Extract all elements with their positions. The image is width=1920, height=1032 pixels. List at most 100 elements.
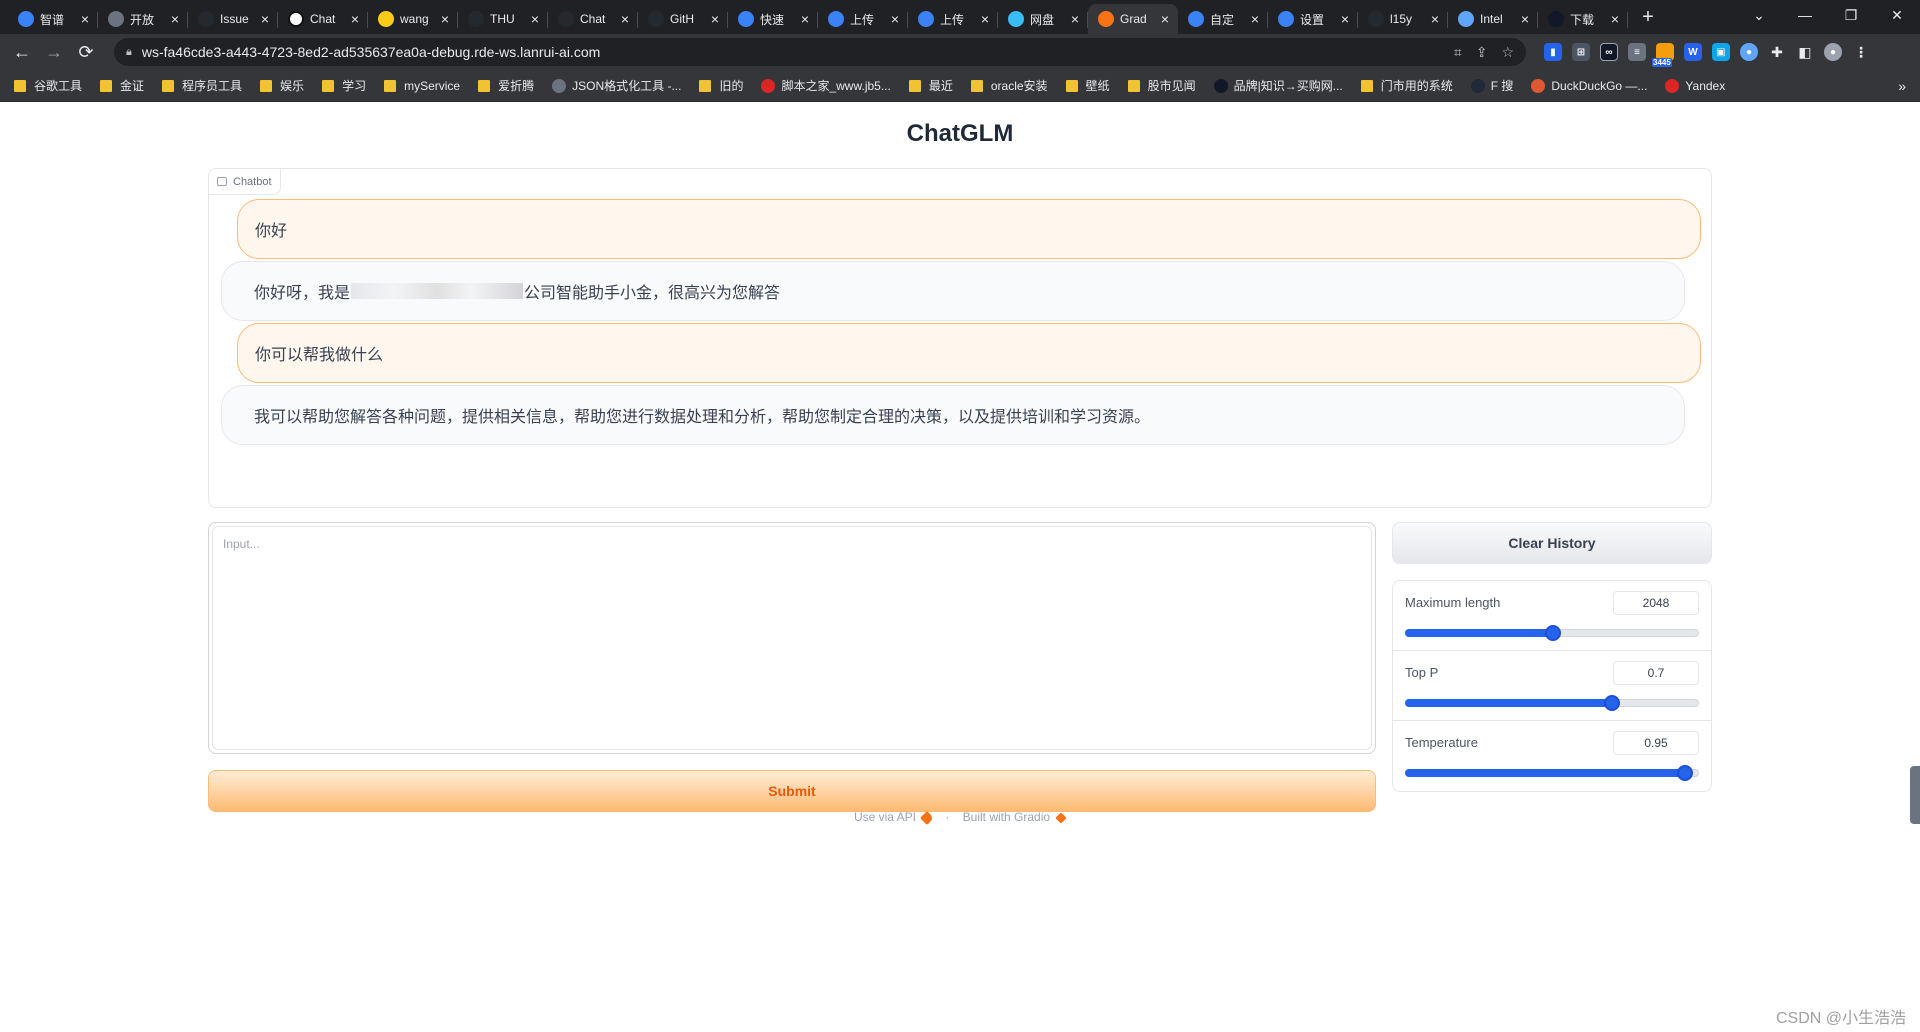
browser-tab[interactable]: 智谱 × bbox=[8, 4, 98, 34]
extension-icon[interactable]: ≡ bbox=[1628, 43, 1646, 61]
bookmark-folder[interactable]: 股市见闻 bbox=[1127, 77, 1196, 94]
minimize-button[interactable]: — bbox=[1782, 0, 1828, 30]
bookmark-folder[interactable]: 学习 bbox=[322, 77, 366, 94]
built-with-gradio-link[interactable]: Built with Gradio bbox=[963, 810, 1050, 824]
close-tab-icon[interactable]: × bbox=[1338, 12, 1352, 26]
bookmark-folder[interactable]: 程序员工具 bbox=[162, 77, 242, 94]
bookmark-link[interactable]: 品牌|知识→买购网... bbox=[1213, 77, 1343, 94]
browser-tab[interactable]: GitH × bbox=[638, 4, 728, 34]
bookmark-folder[interactable]: myService bbox=[384, 79, 460, 93]
close-tab-icon[interactable]: × bbox=[258, 12, 272, 26]
message-input[interactable] bbox=[212, 526, 1372, 750]
folder-icon bbox=[322, 79, 335, 92]
max-length-track[interactable] bbox=[1405, 625, 1699, 641]
close-tab-icon[interactable]: × bbox=[888, 12, 902, 26]
close-tab-icon[interactable]: × bbox=[978, 12, 992, 26]
browser-tab[interactable]: Chat × bbox=[548, 4, 638, 34]
submit-button[interactable]: Submit bbox=[208, 770, 1376, 812]
slider-thumb[interactable] bbox=[1603, 695, 1620, 711]
bookmark-link[interactable]: Yandex bbox=[1665, 78, 1725, 93]
translate-icon[interactable]: ⌗ bbox=[1454, 44, 1462, 61]
bookmark-link[interactable]: DuckDuckGo —... bbox=[1531, 78, 1647, 93]
side-drawer-handle[interactable] bbox=[1910, 766, 1920, 824]
bookmark-folder[interactable]: 娱乐 bbox=[260, 77, 304, 94]
use-via-api-link[interactable]: Use via API bbox=[854, 810, 916, 824]
browser-tab[interactable]: l15y × bbox=[1358, 4, 1448, 34]
temperature-track[interactable] bbox=[1405, 765, 1699, 781]
bookmark-folder[interactable]: 壁纸 bbox=[1065, 77, 1110, 94]
extension-badge-icon[interactable]: 3445 bbox=[1652, 43, 1674, 67]
browser-tab[interactable]: 网盘 × bbox=[998, 4, 1088, 34]
back-button[interactable]: ← bbox=[8, 38, 36, 66]
close-tab-icon[interactable]: × bbox=[708, 12, 722, 26]
bookmark-folder[interactable]: 门市用的系统 bbox=[1360, 77, 1453, 94]
lock-icon[interactable]: 🔒︎ bbox=[126, 46, 132, 59]
bookmark-link[interactable]: F 搜 bbox=[1470, 77, 1513, 94]
close-tab-icon[interactable]: × bbox=[1608, 12, 1622, 26]
close-tab-icon[interactable]: × bbox=[798, 12, 812, 26]
address-bar[interactable]: 🔒︎ ws-fa46cde3-a443-4723-8ed2-ad535637ea… bbox=[114, 38, 1526, 66]
browser-tab[interactable]: 开放 × bbox=[98, 4, 188, 34]
bookmark-folder[interactable]: 旧的 bbox=[699, 77, 743, 94]
close-tab-icon[interactable]: × bbox=[348, 12, 362, 26]
top-p-track[interactable] bbox=[1405, 695, 1699, 711]
bookmark-folder[interactable]: 爱折腾 bbox=[478, 77, 534, 94]
browser-tab[interactable]: 快速 × bbox=[728, 4, 818, 34]
restore-button[interactable]: ❐ bbox=[1828, 0, 1874, 30]
slider-thumb[interactable] bbox=[1545, 625, 1561, 641]
browser-tab[interactable]: Intel × bbox=[1448, 4, 1538, 34]
extension-icon[interactable]: ▮ bbox=[1544, 43, 1562, 61]
extension-icon[interactable]: ⊞ bbox=[1572, 43, 1590, 61]
word-extension-icon[interactable]: W bbox=[1684, 43, 1702, 61]
close-tab-icon[interactable]: × bbox=[1068, 12, 1082, 26]
bookmark-folder[interactable]: 最近 bbox=[908, 77, 953, 94]
browser-tab[interactable]: wang × bbox=[368, 4, 458, 34]
browser-tab[interactable]: 上传 × bbox=[818, 4, 908, 34]
extension-icon[interactable]: ● bbox=[1740, 43, 1758, 61]
close-tab-icon[interactable]: × bbox=[78, 12, 92, 26]
browser-tab[interactable]: Chat × bbox=[278, 4, 368, 34]
forward-button[interactable]: → bbox=[40, 38, 68, 66]
menu-icon[interactable]: ⋮ bbox=[1852, 43, 1870, 61]
close-tab-icon[interactable]: × bbox=[168, 12, 182, 26]
profile-avatar[interactable]: ● bbox=[1824, 43, 1842, 61]
close-tab-icon[interactable]: × bbox=[1518, 12, 1532, 26]
new-tab-button[interactable]: + bbox=[1634, 4, 1662, 32]
side-panel-icon[interactable]: ◧ bbox=[1796, 43, 1814, 61]
max-length-number-input[interactable]: 2048 bbox=[1613, 591, 1699, 615]
close-tab-icon[interactable]: × bbox=[1158, 12, 1172, 26]
tab-list: 智谱 × 开放 × Issue × Chat × wang × THU × Chat × GitH × 快速 × 上… bbox=[8, 4, 1628, 34]
tab-search-icon[interactable]: ⌄ bbox=[1736, 0, 1782, 30]
browser-tab[interactable]: Issue × bbox=[188, 4, 278, 34]
bookmark-link[interactable]: JSON格式化工具 -... bbox=[552, 77, 681, 94]
browser-tab[interactable]: 自定 × bbox=[1178, 4, 1268, 34]
extension-new-icon[interactable]: ▣ bbox=[1712, 43, 1730, 61]
tab-title: 下载 bbox=[1570, 12, 1595, 27]
close-window-button[interactable]: ✕ bbox=[1874, 0, 1920, 30]
tab-favicon-icon bbox=[1458, 11, 1474, 27]
bookmark-link[interactable]: 脚本之家_www.jb5... bbox=[761, 77, 891, 94]
clear-history-button[interactable]: Clear History bbox=[1392, 522, 1712, 564]
share-icon[interactable]: ⇪ bbox=[1476, 44, 1488, 61]
browser-tab[interactable]: THU × bbox=[458, 4, 548, 34]
temperature-number-input[interactable]: 0.95 bbox=[1613, 731, 1699, 755]
reload-button[interactable]: ⟳ bbox=[72, 38, 100, 66]
bookmark-star-icon[interactable]: ☆ bbox=[1501, 44, 1514, 61]
browser-tab[interactable]: 设置 × bbox=[1268, 4, 1358, 34]
top-p-number-input[interactable]: 0.7 bbox=[1613, 661, 1699, 685]
close-tab-icon[interactable]: × bbox=[1428, 12, 1442, 26]
browser-tab[interactable]: Grad × bbox=[1088, 4, 1178, 34]
bookmarks-overflow-icon[interactable]: » bbox=[1898, 78, 1906, 94]
extension-icon[interactable]: ∞ bbox=[1600, 43, 1618, 61]
close-tab-icon[interactable]: × bbox=[1248, 12, 1262, 26]
close-tab-icon[interactable]: × bbox=[528, 12, 542, 26]
bookmark-folder[interactable]: 谷歌工具 bbox=[14, 77, 82, 94]
slider-thumb[interactable] bbox=[1677, 765, 1694, 781]
browser-tab[interactable]: 下载 × bbox=[1538, 4, 1628, 34]
bookmark-folder[interactable]: oracle安装 bbox=[970, 77, 1048, 94]
bookmark-folder[interactable]: 金证 bbox=[100, 77, 144, 94]
close-tab-icon[interactable]: × bbox=[438, 12, 452, 26]
puzzle-icon[interactable]: ✚ bbox=[1768, 43, 1786, 61]
close-tab-icon[interactable]: × bbox=[618, 12, 632, 26]
browser-tab[interactable]: 上传 × bbox=[908, 4, 998, 34]
